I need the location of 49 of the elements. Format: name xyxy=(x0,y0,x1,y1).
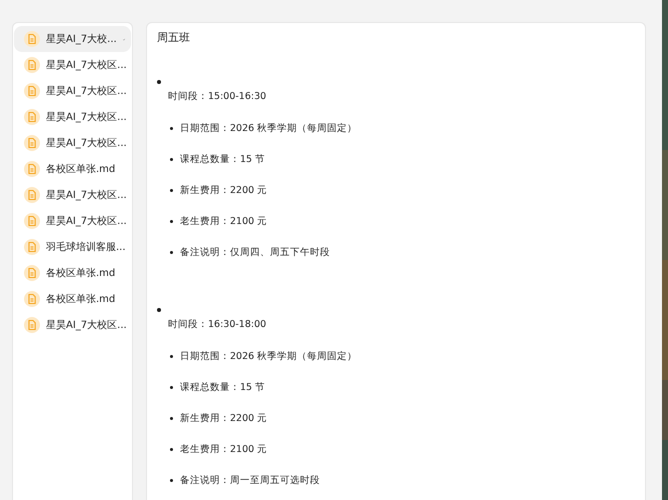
file-item[interactable]: 星昊AI_7大校区... xyxy=(14,104,131,130)
file-item[interactable]: 星昊AI_7大校区... xyxy=(14,130,131,156)
file-item[interactable]: 星昊AI_7大校区... xyxy=(14,312,131,338)
document-icon xyxy=(24,161,40,177)
file-item[interactable]: 星昊AI_7大校区... xyxy=(14,208,131,234)
file-item[interactable]: 各校区单张.md xyxy=(14,156,131,182)
detail-text: 备注说明：仅周四、周五下午时段 xyxy=(180,246,330,258)
document-icon xyxy=(24,213,40,229)
detail-text: 课程总数量：15 节 xyxy=(180,152,266,166)
bullet-icon xyxy=(157,80,161,84)
detail-text: 备注说明：周一至周五可选时段 xyxy=(180,474,320,486)
detail-text: 课程总数量：15 节 xyxy=(180,380,266,394)
bullet-icon xyxy=(170,220,173,222)
file-item[interactable]: 各校区单张.md xyxy=(14,260,131,286)
bullet-icon xyxy=(157,308,161,312)
detail-text: 老生费用：2100 元 xyxy=(180,214,268,228)
bullet-icon xyxy=(170,188,173,192)
file-item[interactable]: 羽毛球培训客服... xyxy=(14,234,131,260)
document-icon xyxy=(24,83,40,99)
bullet-icon xyxy=(170,386,173,388)
document-icon xyxy=(24,135,40,151)
document-icon xyxy=(24,317,40,333)
file-item[interactable]: 星昊AI_7大校区... xyxy=(14,182,131,208)
bullet-icon xyxy=(170,158,173,160)
file-item[interactable]: 星昊AI_7大校区... xyxy=(14,78,131,104)
document-icon xyxy=(24,187,40,203)
bullet-icon xyxy=(170,478,173,482)
file-item[interactable]: 星昊AI_7大校区... xyxy=(14,52,131,78)
time-slot-text: 时间段：15:00-16:30 xyxy=(168,90,268,104)
bullet-icon xyxy=(170,354,173,358)
detail-text: 日期范围：2026 秋季学期（每周固定） xyxy=(180,122,358,134)
time-slot-text: 时间段：16:30-18:00 xyxy=(168,318,268,332)
detail-text: 新生费用：2200 元 xyxy=(180,184,268,196)
bullet-icon xyxy=(170,126,173,130)
detail-text: 新生费用：2200 元 xyxy=(180,412,268,424)
document-title: 周五班 xyxy=(157,30,191,46)
document-icon xyxy=(24,109,40,125)
file-item[interactable]: 星昊AI_7大校... xyxy=(14,26,131,52)
detail-text: 老生费用：2100 元 xyxy=(180,442,268,456)
document-icon xyxy=(24,31,40,47)
document-icon xyxy=(24,239,40,255)
file-item[interactable]: 各校区单张.md xyxy=(14,286,131,312)
bullet-icon xyxy=(170,416,173,420)
document-icon xyxy=(24,291,40,307)
bullet-icon xyxy=(170,250,173,254)
document-icon xyxy=(24,57,40,73)
document-icon xyxy=(24,265,40,281)
bullet-icon xyxy=(170,448,173,450)
detail-text: 日期范围：2026 秋季学期（每周固定） xyxy=(180,350,358,362)
